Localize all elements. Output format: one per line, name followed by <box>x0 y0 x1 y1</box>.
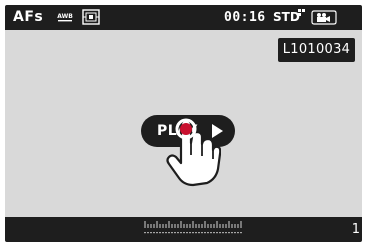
scale-icon <box>144 221 242 234</box>
tapping-hand-icon <box>166 118 221 187</box>
frame-counter: 1 <box>351 222 360 237</box>
video-camera-icon <box>311 10 337 25</box>
awb-icon: AWB <box>57 13 73 22</box>
file-name-badge: L1010034 <box>278 38 355 62</box>
af-mode-label: AFs <box>13 9 44 25</box>
bottom-bar: 1 <box>5 217 362 242</box>
camera-screen: AFs AWB 00:16 STD L1010034 PLAY 1 <box>5 5 362 242</box>
status-bar: AFs AWB 00:16 STD <box>5 5 362 30</box>
svg-text:AWB: AWB <box>57 13 73 20</box>
file-name: L1010034 <box>282 42 351 57</box>
timecode: 00:16 <box>224 10 266 25</box>
metering-icon <box>82 9 100 25</box>
mode-marker-icon <box>298 9 305 16</box>
quality-mode: STD <box>273 10 300 24</box>
